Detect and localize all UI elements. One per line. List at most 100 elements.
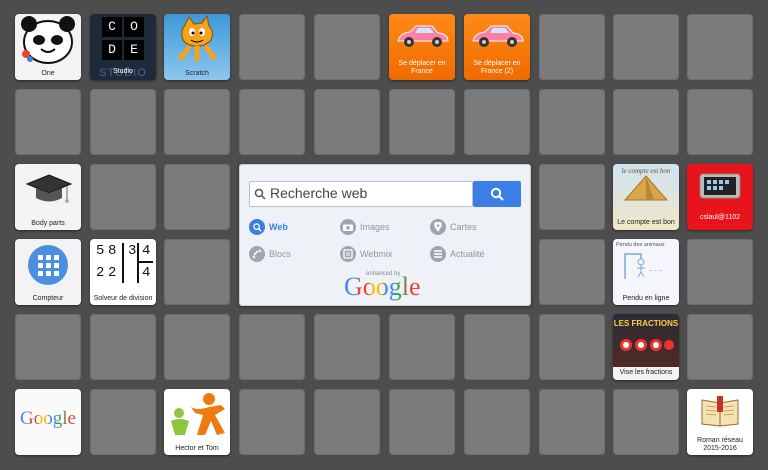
digit: 4 bbox=[142, 243, 151, 259]
empty-cell bbox=[239, 14, 305, 80]
link-icon bbox=[249, 246, 265, 262]
empty-cell bbox=[90, 164, 156, 230]
google-logo-text: Google bbox=[20, 408, 76, 429]
empty-cell bbox=[314, 314, 380, 380]
tile-label: Scratch bbox=[185, 70, 209, 77]
search-button[interactable] bbox=[473, 181, 521, 207]
option-label: Webmix bbox=[360, 249, 393, 259]
panda-icon bbox=[15, 14, 81, 66]
pyramid-icon bbox=[613, 172, 679, 204]
tile-pendu[interactable]: Pendu des animaux _ _ _ Pendu en ligne bbox=[613, 239, 679, 305]
code-letter: C bbox=[102, 16, 122, 37]
code-letter: D bbox=[102, 39, 122, 60]
empty-cell bbox=[539, 314, 605, 380]
empty-cell bbox=[539, 164, 605, 230]
book-icon bbox=[687, 389, 753, 433]
search-input[interactable] bbox=[270, 184, 466, 202]
tile-label: Le compte est bon bbox=[617, 219, 675, 226]
empty-cell bbox=[613, 14, 679, 80]
google-logo: Google bbox=[15, 389, 81, 449]
empty-cell bbox=[687, 14, 753, 80]
digit: 8 bbox=[108, 243, 117, 259]
empty-cell bbox=[239, 389, 305, 455]
division-bar bbox=[137, 261, 153, 263]
option-webmix[interactable]: Webmix bbox=[340, 246, 392, 262]
tile-se-deplacer-1[interactable]: Se déplacer en France bbox=[389, 14, 455, 80]
graduation-cap-icon bbox=[15, 164, 81, 216]
list-icon bbox=[430, 246, 446, 262]
empty-cell bbox=[464, 389, 530, 455]
empty-cell bbox=[464, 89, 530, 155]
search-icon bbox=[490, 187, 504, 201]
option-label: Blocs bbox=[269, 249, 292, 259]
empty-cell bbox=[539, 14, 605, 80]
empty-cell bbox=[90, 314, 156, 380]
map-pin-icon bbox=[430, 219, 446, 235]
empty-cell bbox=[164, 239, 230, 305]
camera-icon bbox=[340, 219, 356, 235]
option-cartes[interactable]: Cartes bbox=[430, 219, 477, 235]
option-web[interactable]: Web bbox=[249, 219, 288, 235]
empty-cell bbox=[164, 89, 230, 155]
empty-cell bbox=[314, 89, 380, 155]
search-box bbox=[249, 181, 473, 207]
tile-label: One bbox=[41, 70, 55, 77]
scratch-cat-icon bbox=[164, 14, 230, 66]
apps-grid-icon bbox=[15, 239, 81, 291]
tile-label: Body parts bbox=[31, 220, 65, 227]
empty-cell bbox=[239, 89, 305, 155]
empty-cell bbox=[687, 89, 753, 155]
empty-cell bbox=[539, 239, 605, 305]
tile-one[interactable]: One bbox=[15, 14, 81, 80]
option-blocs[interactable]: Blocs bbox=[249, 246, 291, 262]
option-images[interactable]: Images bbox=[340, 219, 390, 235]
empty-cell bbox=[539, 389, 605, 455]
digit: 4 bbox=[142, 265, 151, 281]
option-label: Web bbox=[269, 222, 288, 232]
empty-cell bbox=[15, 314, 81, 380]
division-bar bbox=[137, 243, 139, 283]
tile-label: Roman réseau 2015-2016 bbox=[697, 437, 743, 452]
hangman-icon: _ _ _ bbox=[613, 249, 679, 283]
tile-solveur-division[interactable]: 5 8 3 4 2 2 4 Solveur de division bbox=[90, 239, 156, 305]
tile-label: Solveur de division bbox=[93, 295, 153, 302]
digit: 2 bbox=[108, 265, 117, 281]
tile-le-compte-est-bon[interactable]: le compte est bon Le compte est bon bbox=[613, 164, 679, 230]
empty-cell bbox=[613, 389, 679, 455]
tile-scratch[interactable]: Scratch bbox=[164, 14, 230, 80]
tile-body-parts[interactable]: Body parts bbox=[15, 164, 81, 230]
code-letter: E bbox=[124, 39, 144, 60]
tile-se-deplacer-2[interactable]: Se déplacer en France (2) bbox=[464, 14, 530, 80]
car-icon bbox=[389, 14, 455, 58]
tile-roman-reseau[interactable]: Roman réseau 2015-2016 bbox=[687, 389, 753, 455]
tile-tablet[interactable]: cslaul@1102 bbox=[687, 164, 753, 230]
tile-studio[interactable]: C O D E STUDIO Studio bbox=[90, 14, 156, 80]
people-icon bbox=[164, 389, 230, 441]
empty-cell bbox=[389, 89, 455, 155]
tile-compteur[interactable]: Compteur bbox=[15, 239, 81, 305]
empty-cell bbox=[90, 389, 156, 455]
empty-cell bbox=[15, 89, 81, 155]
empty-cell bbox=[539, 89, 605, 155]
option-actualite[interactable]: Actualité bbox=[430, 246, 485, 262]
tile-label: Hector et Tom bbox=[175, 445, 219, 452]
google-logo: Google bbox=[344, 272, 421, 301]
svg-text:_ _ _: _ _ _ bbox=[648, 264, 663, 271]
digit: 2 bbox=[96, 265, 105, 281]
tile-vise-fractions[interactable]: LES FRACTIONS Vise les fractions bbox=[613, 314, 679, 380]
tile-google[interactable]: Google bbox=[15, 389, 81, 455]
tile-label: Pendu en ligne bbox=[622, 295, 670, 302]
empty-cell bbox=[687, 239, 753, 305]
web-search-widget: Web Images Cartes Blocs Webmix Actualité… bbox=[239, 164, 531, 306]
search-icon bbox=[254, 187, 266, 205]
fractions-title-art: LES FRACTIONS bbox=[613, 319, 679, 328]
pendu-title-art: Pendu des animaux bbox=[616, 242, 665, 248]
tile-hector-tom[interactable]: Hector et Tom bbox=[164, 389, 230, 455]
tile-label: Studio bbox=[113, 68, 133, 75]
digit: 5 bbox=[96, 243, 105, 259]
tile-label: Se déplacer en France bbox=[398, 60, 446, 75]
option-label: Images bbox=[360, 222, 390, 232]
code-letter: O bbox=[124, 16, 144, 37]
empty-cell bbox=[687, 314, 753, 380]
tile-label: Se déplacer en France (2) bbox=[473, 60, 521, 75]
